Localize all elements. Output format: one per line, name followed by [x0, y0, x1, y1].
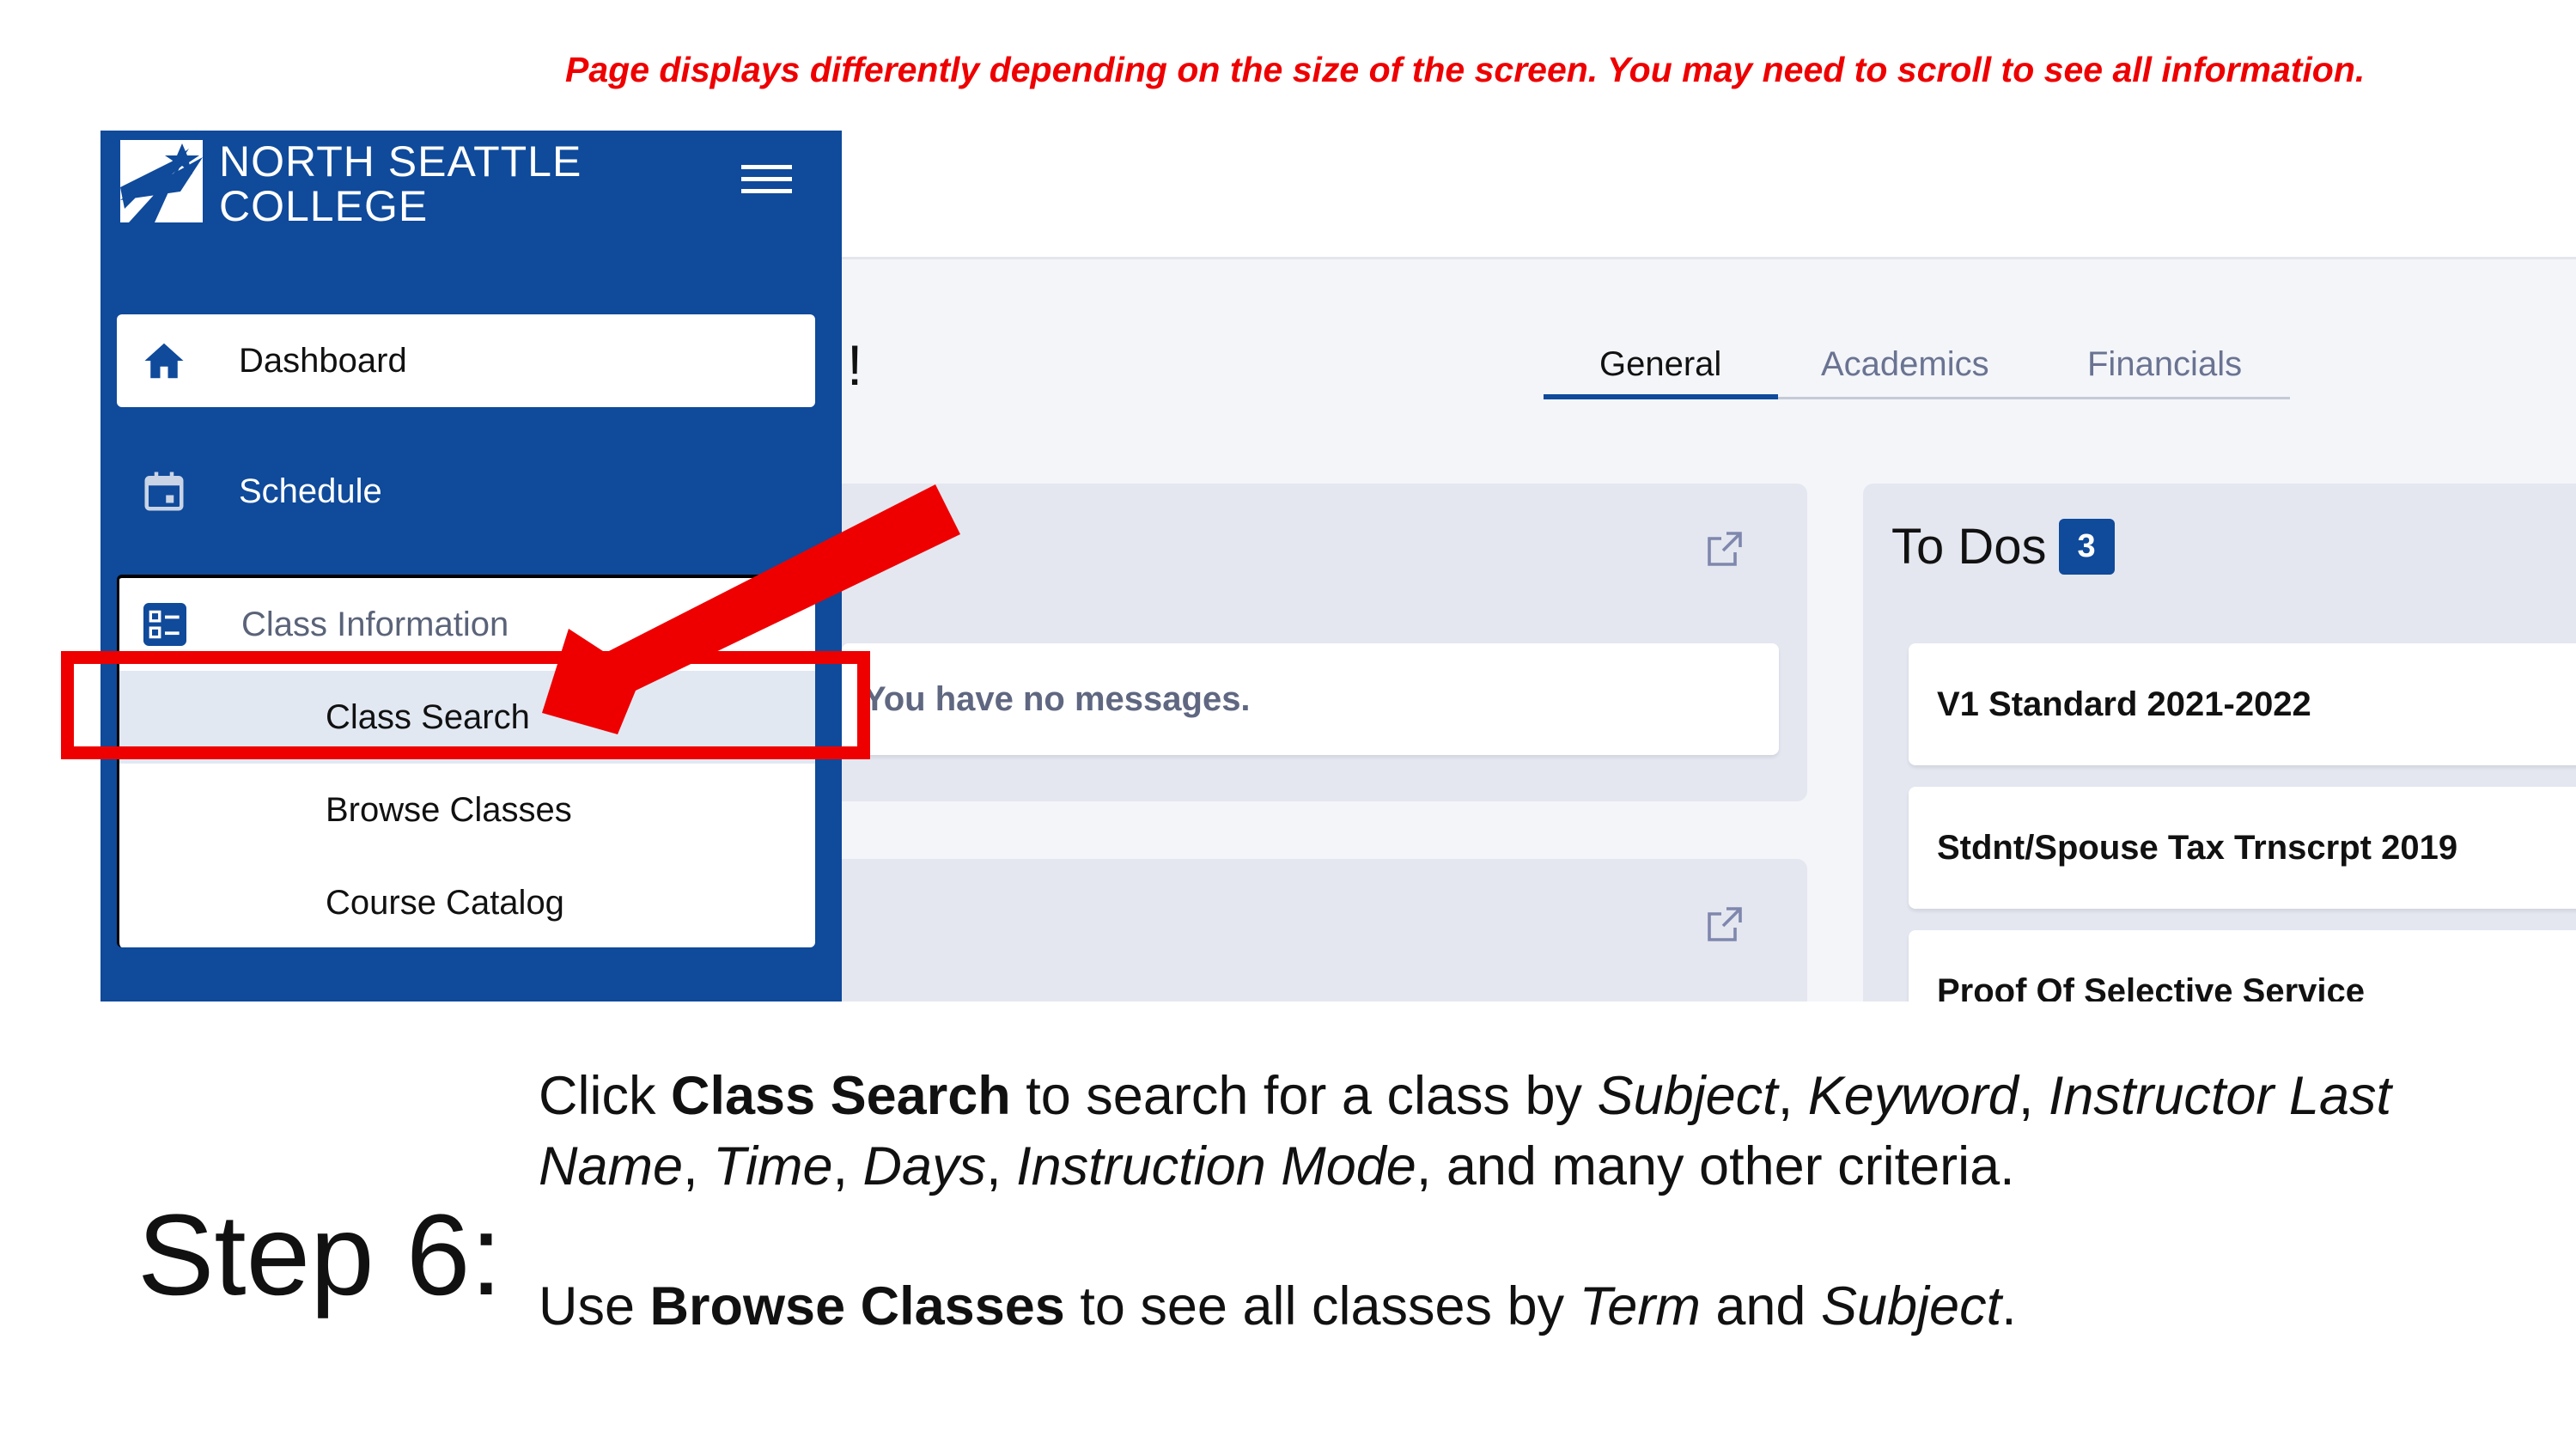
tab-academics[interactable]: Academics [1821, 345, 1989, 384]
open-external-icon[interactable] [1704, 904, 1745, 945]
list-icon [143, 603, 186, 646]
scroll-notice: Page displays differently depending on t… [565, 50, 2366, 89]
messages-card: You have no messages. [842, 484, 1807, 801]
text-segment: Instruction Mode [1016, 1136, 1416, 1196]
tab-general[interactable]: General [1599, 345, 1721, 384]
text-segment: Keyword [1807, 1066, 2019, 1126]
sidebar: NORTH SEATTLE COLLEGE Dashboard Schedule… [100, 131, 842, 1002]
sidebar-item-label: Class Information [241, 605, 509, 643]
text-segment: to see all classes by [1064, 1276, 1580, 1336]
sidebar-item-label: Dashboard [239, 341, 407, 380]
text-segment: Subject [1820, 1276, 2002, 1336]
text-segment: Click [539, 1066, 671, 1126]
logo-line-1: NORTH SEATTLE [219, 137, 582, 186]
text-segment: , [2018, 1066, 2049, 1126]
todos-header: To Dos 3 [1891, 518, 2115, 575]
logo-line-2: COLLEGE [219, 182, 429, 230]
second-card [842, 859, 1807, 1002]
todo-item[interactable]: Proof Of Selective Service [1909, 930, 2576, 1002]
text-segment: , [1777, 1066, 1808, 1126]
sidebar-item-schedule[interactable]: Schedule [117, 445, 815, 538]
instruction-line-3: Use Browse Classes to see all classes by… [539, 1275, 2017, 1337]
open-external-icon[interactable] [1704, 528, 1745, 569]
greeting-heading: ! [847, 333, 863, 397]
sidebar-item-browse-classes[interactable]: Browse Classes [119, 764, 815, 856]
text-segment: , [683, 1136, 714, 1196]
text-segment: Name [539, 1136, 684, 1196]
todos-card: To Dos 3 V1 Standard 2021-2022 Stdnt/Spo… [1863, 484, 2576, 1002]
text-segment: and [1700, 1276, 1821, 1336]
sidebar-item-dashboard[interactable]: Dashboard [117, 314, 815, 407]
calendar-icon [144, 472, 184, 511]
sidebar-item-label: Schedule [239, 472, 382, 510]
instruction-line-2: Name, Time, Days, Instruction Mode, and … [539, 1135, 2015, 1197]
college-logo-icon [120, 140, 203, 222]
text-segment: , [832, 1136, 863, 1196]
college-name: NORTH SEATTLE COLLEGE [219, 139, 582, 228]
messages-empty: You have no messages. [842, 643, 1779, 755]
highlight-box [61, 651, 870, 759]
text-segment: Subject [1597, 1066, 1778, 1126]
text-segment: , [986, 1136, 1017, 1196]
text-segment: Browse Classes [649, 1276, 1065, 1336]
dashboard-main: ! General Academics Financials You have … [842, 257, 2576, 1002]
text-segment: Days [862, 1136, 987, 1196]
text-segment: Term [1579, 1276, 1701, 1336]
active-tab-indicator [1544, 394, 1778, 399]
todos-title: To Dos [1891, 519, 2047, 575]
text-segment: Class Search [671, 1066, 1011, 1126]
todo-item[interactable]: Stdnt/Spouse Tax Trnscrpt 2019 [1909, 787, 2576, 909]
class-information-menu: Class Information Class Search Browse Cl… [117, 575, 815, 947]
instruction-line-1: Click Class Search to search for a class… [539, 1065, 2391, 1127]
menu-icon[interactable] [741, 165, 792, 196]
step-label: Step 6: [137, 1191, 502, 1319]
text-segment: . [2001, 1276, 2017, 1336]
text-segment: Use [539, 1276, 650, 1336]
todos-count-badge: 3 [2058, 519, 2115, 575]
text-segment: Time [713, 1136, 833, 1196]
text-segment: Instructor Last [2048, 1066, 2391, 1126]
home-icon [144, 343, 184, 379]
tab-financials[interactable]: Financials [2087, 345, 2242, 384]
text-segment: , and many other criteria. [1416, 1136, 2015, 1196]
sidebar-item-course-catalog[interactable]: Course Catalog [119, 856, 815, 947]
todo-item[interactable]: V1 Standard 2021-2022 [1909, 643, 2576, 765]
text-segment: to search for a class by [1010, 1066, 1598, 1126]
